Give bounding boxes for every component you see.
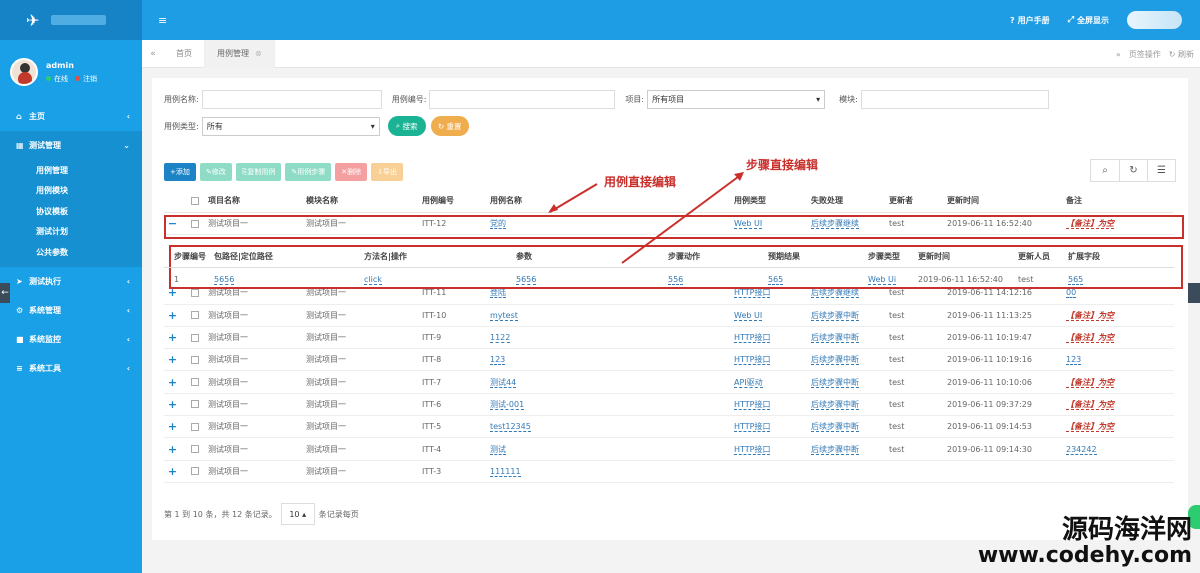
sub-item-protocol-template[interactable]: 协议模板 [0, 201, 142, 222]
submenu-test-management: 用例管理 用例模块 协议模板 测试计划 公共参数 [0, 160, 142, 267]
question-icon: ? [1009, 15, 1015, 25]
sidebar: ✈ admin 在线 注销 ⌂ 主页 ‹ ▦ 测试管理 ⌄ 用例管理 用例模块 [0, 0, 142, 573]
fullscreen-label: 全屏显示 [1077, 15, 1109, 25]
annotation-step-edit: 步骤直接编辑 [746, 158, 819, 172]
tab-label: 用例管理 [217, 49, 249, 58]
top-navbar: ≡ ? 用户手册 ⤢ 全屏显示 [142, 0, 1200, 40]
chevron-left-icon: ‹ [126, 305, 130, 315]
sidebar-item-test-execution[interactable]: ➤ 测试执行 ‹ [0, 267, 142, 296]
per-page-label: 条记录每页 [318, 509, 359, 519]
avatar[interactable] [10, 58, 38, 86]
bars-icon: ≡ [16, 363, 23, 373]
sub-item-case-module[interactable]: 用例模块 [0, 181, 142, 202]
tab-home[interactable]: 首页 [164, 39, 205, 68]
sidebar-menu: ⌂ 主页 ‹ ▦ 测试管理 ⌄ 用例管理 用例模块 协议模板 测试计划 公共参数… [0, 102, 142, 383]
fullscreen-link[interactable]: ⤢ 全屏显示 [1068, 15, 1109, 26]
video-icon: ■ [16, 334, 24, 344]
sidebar-item-system-monitor[interactable]: ■ 系统监控 ‹ [0, 325, 142, 354]
sub-item-case-management[interactable]: 用例管理 [0, 160, 142, 181]
right-collapse-handle[interactable] [1188, 283, 1200, 303]
pagination-summary: 第 1 到 10 条，共 12 条记录。 [164, 509, 277, 519]
sidebar-item-label: 主页 [29, 112, 45, 121]
sidebar-item-home[interactable]: ⌂ 主页 ‹ [0, 102, 142, 131]
tabs-scroll-right-icon[interactable]: » [1116, 50, 1121, 59]
chevron-left-icon: ‹ [126, 112, 130, 121]
logout-link[interactable]: 注销 [83, 74, 97, 84]
sidebar-item-label: 系统工具 [29, 363, 61, 373]
logout-dot-icon [75, 76, 80, 81]
sidebar-item-label: 系统监控 [29, 334, 61, 344]
arrowhead [548, 204, 558, 213]
page-size-select[interactable]: 10 ▴ [280, 503, 315, 525]
user-profile: admin 在线 注销 [0, 48, 142, 96]
refresh-label: 刷新 [1178, 49, 1194, 59]
table-icon: ▦ [16, 141, 24, 150]
online-dot-icon [46, 76, 51, 81]
sub-item-public-params[interactable]: 公共参数 [0, 242, 142, 263]
annotation-case-edit: 用例直接编辑 [604, 175, 677, 189]
content-panel: 用例名称: 用例编号: 项目: 所有项目 ▾ 模块: 用例类型: 所有 ▾ ⌕ … [152, 78, 1188, 540]
sidebar-item-label: 测试管理 [29, 141, 61, 150]
sub-item-test-plan[interactable]: 测试计划 [0, 222, 142, 243]
send-icon: ➤ [16, 276, 23, 286]
sidebar-item-test-management[interactable]: ▦ 测试管理 ⌄ [0, 131, 142, 160]
refresh-button[interactable]: ↻ 刷新 [1169, 49, 1194, 60]
watermark-url: www.codehy.com [977, 542, 1192, 568]
logo-icon: ✈ [26, 10, 40, 30]
chevron-left-icon: ‹ [126, 334, 130, 344]
sidebar-item-system-tools[interactable]: ≡ 系统工具 ‹ [0, 354, 142, 383]
sidebar-item-label: 测试执行 [29, 276, 61, 286]
chevron-down-icon: ⌄ [123, 141, 130, 150]
user-manual-link[interactable]: ? 用户手册 [1010, 15, 1050, 26]
sidebar-item-label: 系统管理 [29, 305, 61, 315]
chevron-left-icon: ‹ [126, 363, 130, 373]
sidebar-item-system-management[interactable]: ⚙ 系统管理 ‹ [0, 296, 142, 325]
online-status: 在线 [54, 74, 68, 83]
watermark-title: 源码海洋网 [1061, 514, 1192, 545]
page-ops-dropdown[interactable]: 页签操作 [1129, 49, 1161, 60]
annotation-arrows [548, 172, 744, 264]
close-icon[interactable]: ⊗ [255, 49, 262, 58]
menu-toggle-icon[interactable]: ≡ [158, 14, 167, 27]
expand-icon: ⤢ [1067, 15, 1074, 24]
user-menu-blurred[interactable] [1127, 11, 1182, 29]
logo[interactable]: ✈ [0, 0, 142, 40]
tab-case-management[interactable]: 用例管理 ⊗ [205, 39, 275, 68]
sidebar-collapse-handle[interactable]: ← [0, 283, 10, 303]
arrow-case-edit [549, 183, 598, 213]
logo-text-blurred [51, 15, 107, 25]
chevron-left-icon: ‹ [126, 276, 130, 286]
gear-icon: ⚙ [16, 305, 24, 315]
watermark: 源码海洋网 www.codehy.com [977, 514, 1192, 568]
user-manual-label: 用户手册 [1017, 15, 1050, 25]
tabs-scroll-left-icon[interactable]: « [142, 49, 164, 59]
user-name: admin [46, 60, 74, 70]
page-tabs-bar: « 首页 用例管理 ⊗ » 页签操作 ↻ 刷新 [142, 39, 1200, 68]
home-icon: ⌂ [16, 112, 22, 121]
pagination: 第 1 到 10 条，共 12 条记录。 10 ▴ 条记录每页 [164, 503, 359, 525]
